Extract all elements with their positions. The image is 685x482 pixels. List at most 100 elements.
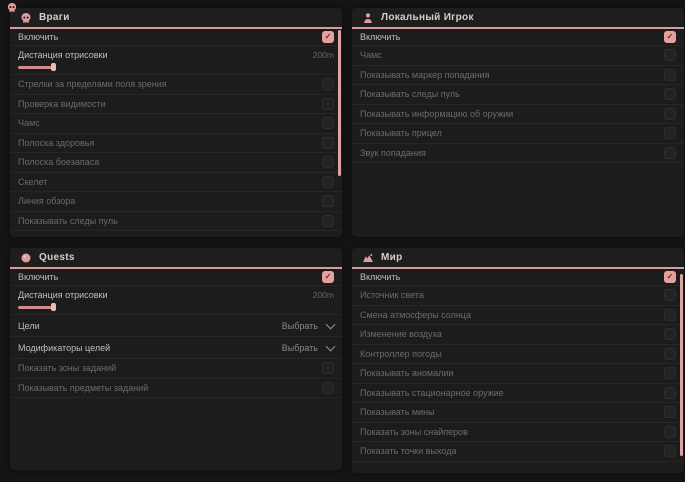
checkbox-unchecked[interactable] (664, 426, 676, 438)
row-checkbox[interactable]: Источник света (352, 286, 684, 306)
skull-icon (20, 12, 32, 24)
checkbox-checked[interactable]: ✓ (322, 31, 334, 43)
dropdown-value: Выбрать (282, 321, 318, 331)
row-checkbox[interactable]: Скелет (10, 173, 342, 193)
row-checkbox[interactable]: Показывать прицел (352, 124, 684, 144)
slider-label-row: Дистанция отрисовки200m (18, 50, 334, 60)
checkbox-unchecked[interactable] (322, 215, 334, 227)
slider-track[interactable] (18, 63, 334, 71)
slider-handle[interactable] (51, 63, 56, 71)
row-checkbox[interactable]: Показать зоны заданий (10, 359, 342, 379)
row-checkbox[interactable]: Контроллер погоды (352, 345, 684, 365)
row-checkbox[interactable]: Полоска здоровья (10, 134, 342, 154)
mod-menu-screen: Враги Включить ✓ Дистанция отрисовки200m Ст… (0, 0, 685, 482)
row-checkbox[interactable]: Показывать мины (352, 403, 684, 423)
row-checkbox[interactable]: Показывать информацию об оружии (352, 105, 684, 125)
checkbox-unchecked[interactable] (664, 367, 676, 379)
row-label: Включить (360, 32, 400, 42)
row-checkbox[interactable]: Показывать следы пуль (10, 212, 342, 232)
row-checkbox[interactable]: Стрелки за пределами поля зрения (10, 75, 342, 95)
row-checkbox[interactable]: Показывать предметы заданий (10, 379, 342, 399)
row-checkbox[interactable]: Включить ✓ (10, 269, 342, 286)
checkbox-checked[interactable]: ✓ (664, 31, 676, 43)
row-checkbox[interactable]: Показывать маркер попадания (352, 66, 684, 86)
checkbox-unchecked[interactable] (322, 117, 334, 129)
row-checkbox[interactable]: Показывать следы пуль (352, 85, 684, 105)
row-checkbox[interactable]: Линия обзора (10, 192, 342, 212)
row-checkbox[interactable]: Включить ✓ (352, 29, 684, 46)
checkbox-unchecked[interactable] (664, 108, 676, 120)
checkbox-unchecked[interactable] (322, 176, 334, 188)
row-label: Линия обзора (18, 196, 75, 206)
checkbox-unchecked[interactable] (322, 137, 334, 149)
row-dropdown[interactable]: Модификаторы целей Выбрать (10, 337, 342, 359)
row-checkbox[interactable]: Включить✓ (10, 29, 342, 46)
mountain-icon (362, 252, 374, 264)
panel-enemies: Враги Включить✓ Дистанция отрисовки200m Ст… (10, 8, 342, 237)
checkbox-unchecked[interactable] (664, 127, 676, 139)
row-label: Дистанция отрисовки (18, 290, 108, 300)
row-label: Показывать мины (360, 407, 435, 417)
checkbox-unchecked[interactable] (322, 156, 334, 168)
checkbox-checked[interactable]: ✓ (664, 271, 676, 283)
checkbox-unchecked[interactable] (322, 382, 334, 394)
checkbox-unchecked[interactable] (322, 98, 334, 110)
row-label: Источник света (360, 290, 424, 300)
checkbox-unchecked[interactable] (322, 195, 334, 207)
dropdown-select[interactable]: Выбрать (282, 321, 334, 331)
checkbox-unchecked[interactable] (322, 78, 334, 90)
checkbox-unchecked[interactable] (664, 69, 676, 81)
row-label: Показывать маркер попадания (360, 70, 490, 80)
row-slider[interactable]: Дистанция отрисовки200m (10, 46, 342, 75)
panel-title: Мир (381, 252, 403, 263)
dropdown-select[interactable]: Выбрать (282, 343, 334, 353)
checkbox-unchecked[interactable] (664, 49, 676, 61)
checkbox-unchecked[interactable] (664, 328, 676, 340)
row-checkbox[interactable]: Показывать стационарное оружие (352, 384, 684, 404)
row-checkbox[interactable]: Чамс (352, 46, 684, 66)
checkbox-unchecked[interactable] (664, 309, 676, 321)
panel-quests: Quests Включить ✓ Дистанция отрисовки200mЦ… (10, 248, 342, 470)
row-checkbox[interactable]: Звук попадания (352, 144, 684, 164)
row-checkbox[interactable]: Включить✓ (352, 269, 684, 286)
row-checkbox[interactable]: Полоска боезапаса (10, 153, 342, 173)
slider-track[interactable] (18, 303, 334, 311)
checkbox-unchecked[interactable] (664, 289, 676, 301)
row-checkbox[interactable]: Показать точки выхода (352, 442, 684, 462)
row-label: Включить (18, 272, 58, 282)
row-checkbox[interactable]: Смена атмосферы солнца (352, 306, 684, 326)
panel-world: Мир Включить✓ Источник света Смена атмосфе… (352, 248, 684, 473)
checkbox-unchecked[interactable] (664, 147, 676, 159)
checkbox-unchecked[interactable] (664, 387, 676, 399)
panel-world-rows: Включить✓ Источник света Смена атмосферы с… (352, 269, 684, 462)
cursor-skull-icon (6, 0, 18, 11)
checkbox-unchecked[interactable] (664, 406, 676, 418)
checkbox-unchecked[interactable] (664, 88, 676, 100)
checkbox-checked[interactable]: ✓ (322, 271, 334, 283)
slider-handle[interactable] (51, 303, 56, 311)
row-checkbox[interactable]: Показать зоны снайперов (352, 423, 684, 443)
row-label: Смена атмосферы солнца (360, 310, 471, 320)
row-label: Показывать следы пуль (18, 216, 118, 226)
row-label: Изменение воздуха (360, 329, 442, 339)
checkbox-unchecked[interactable] (322, 362, 334, 374)
panel-quests-header: Quests (10, 248, 342, 269)
checkmark-icon: ✓ (325, 33, 332, 41)
panel-enemies-header: Враги (10, 8, 342, 29)
checkbox-unchecked[interactable] (664, 348, 676, 360)
row-label: Полоска здоровья (18, 138, 94, 148)
row-dropdown[interactable]: ЦелиВыбрать (10, 315, 342, 337)
panel-quests-rows: Включить ✓ Дистанция отрисовки200mЦелиВыбр… (10, 269, 342, 398)
row-label: Модификаторы целей (18, 343, 110, 353)
row-checkbox[interactable]: Чамс (10, 114, 342, 134)
row-checkbox[interactable]: Проверка видимости (10, 95, 342, 115)
row-label: Звук попадания (360, 148, 426, 158)
row-slider[interactable]: Дистанция отрисовки200m (10, 286, 342, 315)
checkbox-unchecked[interactable] (664, 445, 676, 457)
row-label: Чамс (360, 50, 382, 60)
scrollbar[interactable] (680, 274, 683, 456)
row-checkbox[interactable]: Изменение воздуха (352, 325, 684, 345)
row-label: Стрелки за пределами поля зрения (18, 79, 167, 89)
scrollbar[interactable] (338, 30, 341, 176)
row-checkbox[interactable]: Показывать аномалии (352, 364, 684, 384)
